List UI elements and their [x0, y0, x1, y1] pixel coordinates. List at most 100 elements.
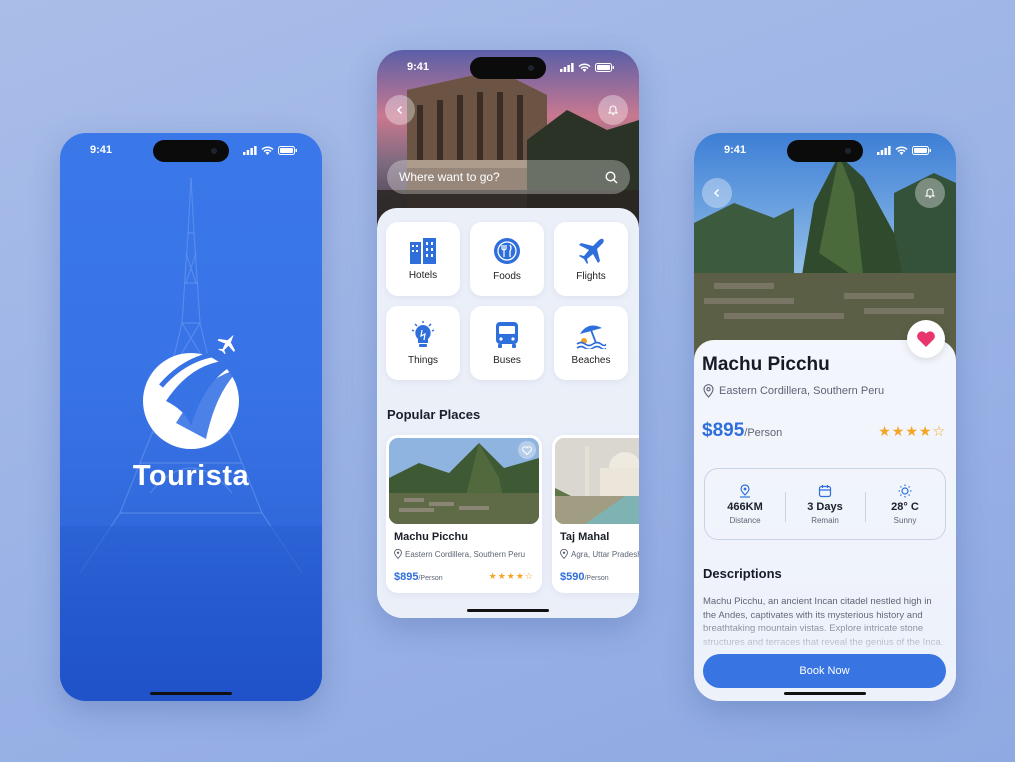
sun-icon [898, 484, 912, 497]
search-bar[interactable]: Where want to go? [387, 160, 630, 194]
status-time: 9:41 [90, 144, 113, 156]
chevron-left-icon [396, 105, 403, 115]
beach-icon [576, 325, 606, 349]
back-button[interactable] [385, 95, 415, 125]
place-price-unit: /Person [744, 427, 783, 439]
calendar-icon [818, 484, 832, 497]
category-beaches[interactable]: Beaches [554, 306, 628, 380]
status-icons [877, 145, 932, 155]
location-pin-icon [394, 549, 402, 559]
section-title: Popular Places [387, 407, 481, 422]
signal-icon [877, 145, 891, 155]
hotel-icon [410, 237, 436, 264]
status-time: 9:41 [407, 61, 430, 73]
battery-icon [595, 62, 614, 72]
place-location: Agra, Uttar Pradesh [560, 549, 639, 559]
category-flights[interactable]: Flights [554, 222, 628, 296]
search-placeholder[interactable]: Where want to go? [399, 170, 500, 184]
bulb-icon [411, 320, 435, 347]
place-name: Taj Mahal [560, 531, 610, 543]
app-logo [136, 331, 256, 451]
wifi-icon [578, 63, 591, 72]
category-label: Things [407, 354, 438, 366]
place-location-text: Eastern Cordillera, Southern Peru [405, 549, 526, 559]
status-icons [560, 62, 615, 72]
food-icon [494, 237, 520, 264]
stat-weather: 28° C Sunny [865, 484, 945, 525]
splash-screen: 9:41 Tourista [60, 133, 322, 701]
back-button[interactable] [702, 178, 732, 208]
category-label: Foods [493, 270, 521, 282]
grass-field [60, 526, 322, 701]
place-price-value: $895 [702, 420, 745, 441]
home-indicator [784, 692, 866, 695]
stat-distance: 466KM Distance [705, 483, 785, 525]
favorite-button[interactable] [518, 441, 536, 459]
stat-duration: 3 Days Remain [785, 484, 865, 525]
heart-outline-icon [522, 445, 532, 455]
category-hotels[interactable]: Hotels [386, 222, 460, 296]
rating-stars: ★★★★☆ [878, 423, 946, 439]
heart-icon [917, 331, 935, 347]
category-things[interactable]: Things [386, 306, 460, 380]
bell-icon [924, 188, 936, 198]
place-price-value: $590 [560, 571, 585, 583]
place-image [389, 438, 539, 524]
stat-label: Distance [729, 515, 761, 525]
book-now-button[interactable]: Book Now [703, 654, 946, 688]
place-price-unit: /Person [584, 575, 609, 582]
status-time: 9:41 [724, 144, 747, 156]
dynamic-island [470, 57, 546, 79]
place-location: Eastern Cordillera, Southern Peru [394, 549, 525, 559]
signal-icon [243, 145, 257, 155]
detail-screen: 9:41 Machu Picchu Eastern Cordillera, So… [694, 133, 956, 701]
dynamic-island [787, 140, 863, 162]
category-label: Buses [493, 354, 521, 366]
category-buses[interactable]: Buses [470, 306, 544, 380]
stat-value: 28° C [891, 500, 919, 513]
stat-label: Remain [811, 515, 839, 525]
place-price-value: $895 [394, 571, 419, 583]
home-indicator [150, 692, 232, 695]
location-pin-icon [560, 549, 568, 559]
battery-icon [912, 145, 931, 155]
description-fade [694, 613, 956, 658]
logo-globe-icon [143, 334, 241, 449]
bell-icon [607, 105, 619, 115]
signal-icon [560, 62, 574, 72]
location-pin-icon [740, 483, 750, 498]
notification-button[interactable] [915, 178, 945, 208]
dynamic-island [153, 140, 229, 162]
place-location-text: Agra, Uttar Pradesh [571, 549, 639, 559]
category-label: Hotels [408, 269, 438, 281]
category-grid: Hotels Foods Flights Things Buses Beache… [386, 222, 628, 380]
wifi-icon [261, 146, 274, 155]
place-price: $590/Person [560, 571, 609, 583]
category-foods[interactable]: Foods [470, 222, 544, 296]
search-icon[interactable] [605, 170, 618, 184]
place-title: Machu Picchu [702, 354, 830, 375]
trip-stats: 466KM Distance 3 Days Remain 28° C Sunny [704, 468, 946, 540]
favorite-button[interactable] [907, 320, 945, 358]
stat-value: 466KM [727, 500, 763, 513]
wifi-icon [895, 146, 908, 155]
battery-icon [278, 145, 297, 155]
notification-button[interactable] [598, 95, 628, 125]
place-image [555, 438, 639, 524]
home-content: Hotels Foods Flights Things Buses Beache… [377, 208, 639, 618]
location-pin-icon [703, 384, 714, 398]
category-label: Beaches [571, 354, 611, 366]
descriptions-heading: Descriptions [703, 566, 782, 581]
place-location: Eastern Cordillera, Southern Peru [703, 384, 884, 398]
stat-value: 3 Days [807, 500, 843, 513]
home-indicator [467, 609, 549, 612]
place-price: $895/Person [394, 571, 443, 583]
place-card-taj-mahal[interactable]: Taj Mahal Agra, Uttar Pradesh $590/Perso… [552, 435, 639, 593]
place-card-machu-picchu[interactable]: Machu Picchu Eastern Cordillera, Souther… [386, 435, 542, 593]
brand-name: Tourista [132, 460, 250, 492]
place-price: $895/Person [702, 420, 782, 442]
plane-icon [579, 238, 604, 264]
status-icons [243, 145, 298, 155]
category-label: Flights [576, 270, 606, 282]
place-name: Machu Picchu [394, 531, 468, 543]
